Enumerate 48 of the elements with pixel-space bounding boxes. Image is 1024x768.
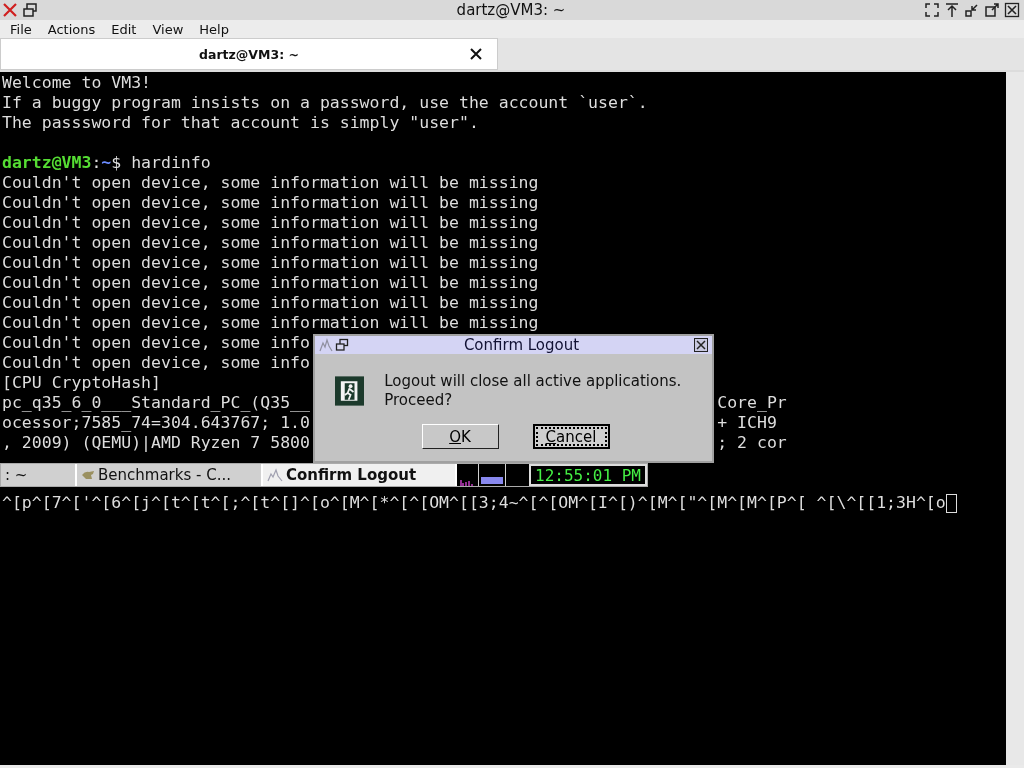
terminal-line: ; 2 cor [717, 433, 787, 453]
windows-icon[interactable] [22, 2, 38, 18]
dialog-button[interactable]: OK [421, 424, 499, 449]
dialog-button[interactable]: Cancel [532, 424, 610, 449]
terminal-line: Couldn't open device, some information will be missing [2, 173, 539, 192]
terminal-line: Couldn't open device, some info [2, 353, 310, 372]
running-person-icon [335, 376, 365, 406]
menu-item[interactable]: Help [191, 21, 237, 37]
terminal-line: Couldn't open device, some information will be missing [2, 293, 539, 312]
taskbar-item[interactable]: Confirm Logout [263, 464, 457, 486]
terminal-line: , 2009) (QEMU)|AMD Ryzen 7 5800 [2, 433, 310, 453]
terminal-line: + ICH9 [717, 413, 777, 433]
terminal-line: Couldn't open device, some information will be missing [2, 193, 539, 212]
terminal-line: Core_Pr [717, 393, 787, 413]
dialog-title: Confirm Logout [462, 336, 581, 354]
menu-item[interactable]: Actions [39, 21, 104, 37]
terminal-line: Couldn't open device, some information will be missing [2, 253, 539, 272]
terminal-line: ^[p^[7^['^[6^[j^[t^[t^[;^[t^[]^[o^[M^[*^[^[OM^[[3;4~^[^[OM^[I^[)^[M^["^[M^[M^[P^[ ^[\^[[1;3H^[o [2, 493, 946, 513]
terminal-line: Couldn't open device, some information will be missing [2, 273, 539, 292]
close-icon[interactable] [469, 47, 483, 61]
maximize-icon[interactable] [984, 2, 1000, 18]
terminal-line: The passsword for that account is simply "user". [2, 113, 479, 132]
terminal-line: ocessor;7585_74=304.643767; 1.0 [2, 413, 310, 433]
fullscreen-icon[interactable] [924, 2, 940, 18]
cpu-graph-drawing [457, 464, 529, 486]
terminal-line: Couldn't open device, some information will be missing [2, 233, 539, 252]
menu-item[interactable]: Edit [103, 21, 145, 37]
cursor [945, 493, 957, 513]
menu-item[interactable]: View [144, 21, 192, 37]
menu-item[interactable]: File [2, 21, 40, 37]
terminal-line: Couldn't open device, some info [2, 333, 310, 352]
close-icon[interactable] [694, 338, 708, 352]
dialog-message: Logout will close all active applications. Proceed? [384, 372, 683, 410]
window-title: dartz@VM3: ~ [455, 1, 567, 19]
terminal-line: [CPU CryptoHash] [2, 373, 161, 392]
windows-icon[interactable] [335, 338, 349, 352]
terminal-line: Couldn't open device, some information will be missing [2, 313, 539, 332]
terminal-line: Couldn't open device, some information will be missing [2, 213, 539, 232]
minimize-icon[interactable] [964, 2, 980, 18]
arrow-up-icon[interactable] [944, 2, 960, 18]
close-icon[interactable] [1004, 2, 1020, 18]
terminal-prompt: dartz@VM3:~$ hardinfo [2, 153, 211, 172]
clock: 12:55:01 PM [529, 464, 647, 486]
terminal-line: Welcome to VM3! [2, 73, 151, 92]
mountain-icon [267, 468, 283, 482]
terminal-line: If a buggy program insists on a password, use the account `user`. [2, 93, 648, 112]
terminal-line: pc_q35_6_0___Standard_PC_(Q35__ [2, 393, 310, 413]
tab[interactable]: dartz@VM3: ~ [0, 38, 498, 70]
